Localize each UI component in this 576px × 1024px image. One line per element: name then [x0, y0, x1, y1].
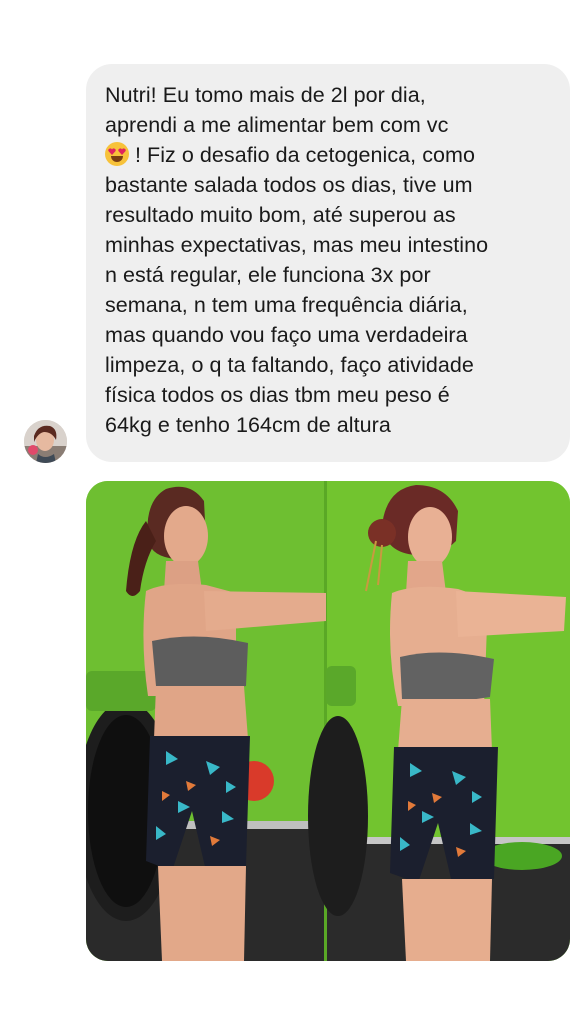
- message-line: n está regular, ele funciona 3x por: [105, 263, 431, 287]
- heart-eyes-emoji-icon: [105, 142, 129, 166]
- message-line: Nutri! Eu tomo mais de 2l por dia,: [105, 83, 426, 107]
- message-line: mas quando vou faço uma verdadeira: [105, 323, 468, 347]
- avatar-image: [24, 420, 67, 463]
- photo-image: [86, 481, 570, 961]
- message-line: 64kg e tenho 164cm de altura: [105, 413, 391, 437]
- message-line-with-emoji: ! Fiz o desafio da cetogenica, como: [105, 140, 554, 170]
- message-line: resultado muito bom, até superou as: [105, 203, 456, 227]
- message-line: aprendi a me alimentar bem com vc: [105, 113, 449, 137]
- before-after-photo[interactable]: [86, 481, 570, 961]
- message-line: física todos os dias tbm meu peso é: [105, 383, 450, 407]
- message-line: bastante salada todos os dias, tive um: [105, 173, 473, 197]
- message-line: minhas expectativas, mas meu intestino: [105, 233, 489, 257]
- sender-avatar[interactable]: [24, 420, 67, 463]
- message-line: semana, n tem uma frequência diária,: [105, 293, 468, 317]
- message-bubble[interactable]: Nutri! Eu tomo mais de 2l por dia, apren…: [86, 64, 570, 462]
- message-line: limpeza, o q ta faltando, faço atividade: [105, 353, 474, 377]
- message-line-text: ! Fiz o desafio da cetogenica, como: [135, 143, 475, 167]
